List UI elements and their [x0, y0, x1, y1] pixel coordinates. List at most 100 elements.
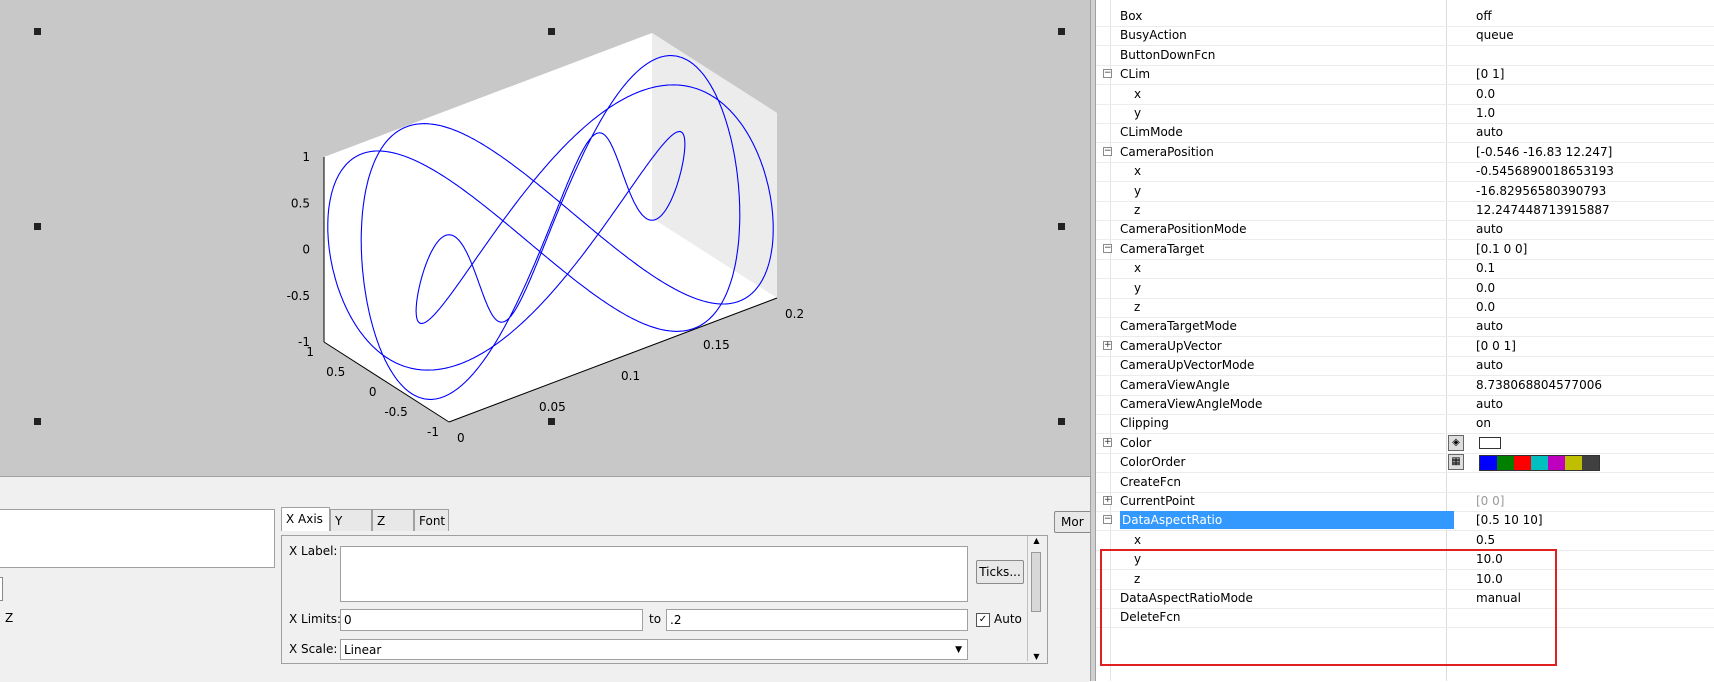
tab-x-axis[interactable]: X Axis	[281, 507, 330, 531]
property-name: CameraPosition	[1120, 144, 1214, 159]
property-row[interactable]: BusyAction queue	[1096, 25, 1714, 47]
property-row[interactable]: ColorOrder ▦	[1096, 452, 1714, 474]
property-row[interactable]: z 10.0	[1096, 569, 1714, 590]
scroll-down-icon[interactable]: ▼	[1028, 652, 1045, 661]
property-row[interactable]: y 0.0	[1096, 278, 1714, 299]
tab-font[interactable]: Font	[414, 509, 449, 531]
property-value[interactable]: 10.0	[1476, 552, 1503, 566]
figure-canvas[interactable]: 1 0.5 0 -0.5 -1 1 0.5 0 -0.5 -1 0 0.05 0.1 0.15 0.2	[0, 0, 1090, 476]
property-value[interactable]: 0.1	[1476, 261, 1495, 275]
collapse-icon[interactable]: −	[1103, 243, 1112, 253]
scrollbar-thumb[interactable]	[1031, 552, 1041, 612]
x-label-input[interactable]	[340, 546, 968, 602]
property-value[interactable]: off	[1476, 9, 1492, 23]
palette-icon[interactable]: ▦	[1448, 454, 1464, 471]
property-row[interactable]: Clipping on	[1096, 413, 1714, 435]
property-row[interactable]: CameraPositionMode auto	[1096, 219, 1714, 241]
collapse-icon[interactable]: −	[1103, 146, 1112, 156]
property-row[interactable]: ButtonDownFcn	[1096, 45, 1714, 66]
property-value[interactable]: [0.1 0 0]	[1476, 242, 1527, 256]
property-row[interactable]: CreateFcn	[1096, 472, 1714, 493]
property-value[interactable]: [0.5 10 10]	[1476, 513, 1543, 527]
property-row[interactable]: + CurrentPoint [0 0]	[1096, 491, 1714, 512]
collapse-icon[interactable]: −	[1103, 69, 1112, 79]
property-row[interactable]: y 10.0	[1096, 549, 1714, 571]
property-value[interactable]: auto	[1476, 358, 1503, 372]
property-value[interactable]: on	[1476, 416, 1491, 430]
tab-z-axis[interactable]: Z Axis	[372, 509, 414, 550]
property-name: ColorOrder	[1120, 455, 1186, 470]
property-row[interactable]: Box off	[1096, 6, 1714, 27]
property-row[interactable]: − CLim [0 1]	[1096, 64, 1714, 86]
property-value[interactable]: -16.82956580390793	[1476, 184, 1606, 198]
title-field[interactable]	[0, 509, 275, 568]
property-row[interactable]: DataAspectRatioMode manual	[1096, 588, 1714, 609]
property-value[interactable]: [0 0 1]	[1476, 339, 1516, 353]
property-value[interactable]: 0.5	[1476, 533, 1495, 547]
property-value[interactable]: [0 0]	[1476, 494, 1504, 508]
property-row[interactable]: CameraTargetMode auto	[1096, 316, 1714, 338]
property-name: CameraViewAngleMode	[1120, 397, 1263, 411]
property-row[interactable]: − CameraTarget [0.1 0 0]	[1096, 239, 1714, 260]
color-order-swatch	[1548, 456, 1565, 471]
z-checkbox[interactable]	[0, 577, 3, 601]
x-scale-select[interactable]: Linear ▼	[340, 639, 968, 660]
x-limit-min-input[interactable]: 0	[340, 609, 643, 631]
property-value[interactable]: auto	[1476, 222, 1503, 236]
auto-checkbox[interactable]: ✓	[976, 613, 990, 627]
property-row[interactable]: z 12.247448713915887	[1096, 200, 1714, 221]
property-value[interactable]: 8.738068804577006	[1476, 378, 1602, 392]
property-value[interactable]: 1.0	[1476, 106, 1495, 120]
property-name: ButtonDownFcn	[1120, 47, 1216, 62]
more-properties-button[interactable]: Mor	[1054, 511, 1094, 533]
property-row[interactable]: − DataAspectRatio [0.5 10 10]	[1096, 510, 1714, 532]
collapse-icon[interactable]: −	[1103, 515, 1112, 525]
property-row[interactable]: CameraUpVectorMode auto	[1096, 355, 1714, 377]
property-row[interactable]: CameraViewAngle 8.738068804577006	[1096, 375, 1714, 396]
property-name: CurrentPoint	[1120, 494, 1195, 508]
property-value[interactable]: auto	[1476, 319, 1503, 333]
property-value[interactable]: [0 1]	[1476, 67, 1504, 81]
ticks-button[interactable]: Ticks...	[976, 560, 1024, 584]
property-value[interactable]: 10.0	[1476, 572, 1503, 586]
property-row[interactable]: CameraViewAngleMode auto	[1096, 394, 1714, 415]
property-value[interactable]: 0.0	[1476, 300, 1495, 314]
property-value[interactable]: -0.5456890018653193	[1476, 164, 1614, 178]
property-value[interactable]: 0.0	[1476, 87, 1495, 101]
property-row[interactable]: y -16.82956580390793	[1096, 181, 1714, 202]
paint-bucket-icon[interactable]: ◈	[1448, 434, 1464, 451]
property-row[interactable]: + Color ◈	[1096, 433, 1714, 454]
y-tick-label: 0	[369, 385, 377, 399]
property-inspector[interactable]: Box off BusyAction queue ButtonDownFcn − CLim[…	[1096, 0, 1714, 681]
color-order-swatches[interactable]	[1479, 455, 1600, 472]
property-value[interactable]: [-0.546 -16.83 12.247]	[1476, 145, 1612, 159]
property-row[interactable]: CLimMode auto	[1096, 122, 1714, 144]
expand-icon[interactable]: +	[1103, 496, 1112, 505]
property-value[interactable]: auto	[1476, 125, 1503, 139]
property-row[interactable]: + CameraUpVector [0 0 1]	[1096, 336, 1714, 357]
property-row[interactable]: y 1.0	[1096, 103, 1714, 124]
expand-icon[interactable]: +	[1103, 437, 1112, 447]
property-row[interactable]: x -0.5456890018653193	[1096, 161, 1714, 183]
color-order-swatch	[1565, 456, 1582, 471]
z-checkbox-label: Z	[5, 611, 14, 625]
property-row[interactable]: DeleteFcn	[1096, 607, 1714, 629]
scroll-up-icon[interactable]: ▲	[1028, 536, 1045, 545]
property-row[interactable]: z 0.0	[1096, 297, 1714, 318]
expand-icon[interactable]: +	[1103, 340, 1112, 350]
property-value[interactable]: manual	[1476, 591, 1521, 605]
tab-y-axis[interactable]: Y Axis	[330, 509, 372, 550]
property-row[interactable]: x 0.1	[1096, 258, 1714, 280]
x-limit-max-input[interactable]: .2	[666, 609, 968, 631]
property-row[interactable]: x 0.0	[1096, 84, 1714, 105]
x-scale-caption: X Scale:	[289, 642, 338, 656]
panel-scrollbar[interactable]: ▲ ▼	[1027, 536, 1045, 661]
color-swatch[interactable]	[1479, 436, 1501, 449]
property-row[interactable]: x 0.5	[1096, 530, 1714, 551]
property-row[interactable]: − CameraPosition [-0.546 -16.83 12.247]	[1096, 142, 1714, 163]
property-value[interactable]: auto	[1476, 397, 1503, 411]
property-value[interactable]: 12.247448713915887	[1476, 203, 1610, 217]
property-value[interactable]: 0.0	[1476, 281, 1495, 295]
axes-3d[interactable]: 10.50-0.5-110.50-0.5-1 00.050.10.150.2	[0, 0, 1090, 476]
property-value[interactable]: queue	[1476, 28, 1514, 42]
